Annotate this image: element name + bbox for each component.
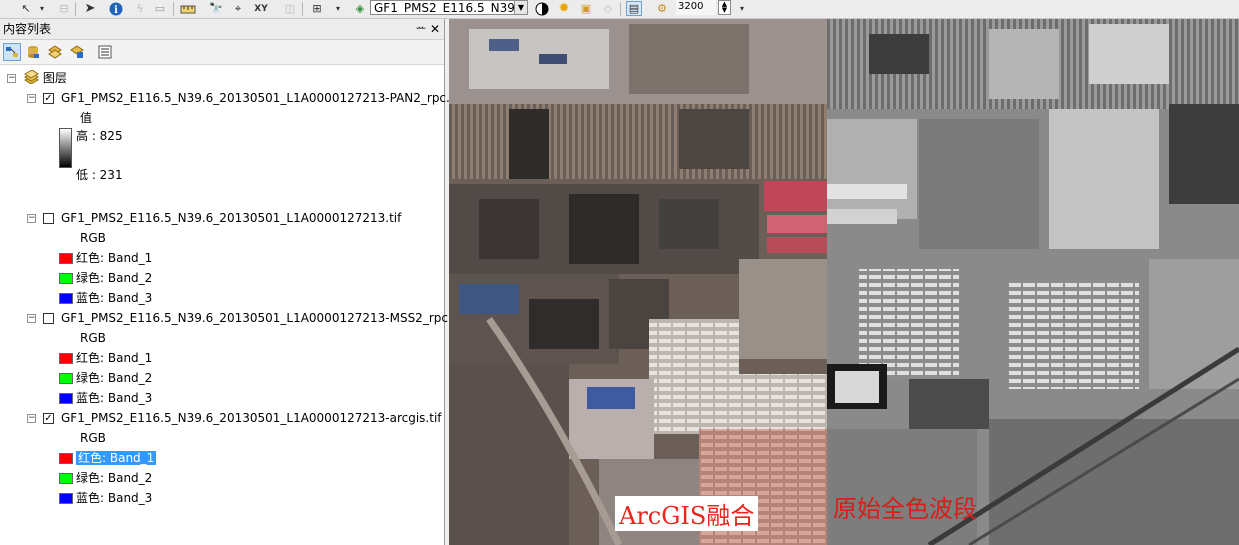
html-popup-icon[interactable]: ▭ <box>152 1 168 16</box>
red-band-swatch <box>59 253 73 264</box>
stretch-ramp <box>59 128 72 168</box>
legend-heading: RGB <box>80 431 106 445</box>
zoom-icon[interactable]: ⊞ <box>309 1 325 16</box>
dropdown-arrow-icon[interactable]: ▾ <box>734 1 750 16</box>
layer-name[interactable]: GF1_PMS2_E116.5_N39.6_20130501_L1A000012… <box>61 89 462 107</box>
xy-icon[interactable]: XY <box>253 1 269 16</box>
band-label: 蓝色: Band_3 <box>76 391 153 405</box>
band-label: 红色: Band_1 <box>76 351 153 365</box>
list-by-source-icon[interactable] <box>24 43 42 61</box>
full-extent-icon[interactable]: ⊟ <box>56 1 72 16</box>
satellite-imagery <box>449 19 1239 545</box>
toc-toolbar <box>0 40 444 65</box>
list-by-selection-icon[interactable] <box>68 43 86 61</box>
legend-high-label: 高 : 825 <box>76 129 123 143</box>
band-label: 绿色: Band_2 <box>76 371 153 385</box>
select-arrow-icon[interactable]: ➤ <box>82 1 98 16</box>
map-view[interactable]: ArcGIS融合 原始全色波段 <box>449 19 1239 545</box>
layers-root[interactable]: 图层 <box>23 69 67 87</box>
dropdown-arrow-icon[interactable]: ▾ <box>330 1 346 16</box>
band-label: 红色: Band_1 <box>76 251 153 265</box>
layer-dropdown-value: GF1_PMS2_E116.5_N39.6 <box>374 1 527 15</box>
layer-icon: ◈ <box>355 2 365 15</box>
layer-name[interactable]: GF1_PMS2_E116.5_N39.6_20130501_L1A000012… <box>61 309 468 327</box>
band-label: 绿色: Band_2 <box>76 471 153 485</box>
band-label: 红色: Band_1 <box>76 451 157 465</box>
blue-band-swatch <box>59 393 73 404</box>
collapse-layer-toggle[interactable]: − <box>27 94 36 103</box>
pan-tool-icon[interactable]: ↖ <box>18 1 34 16</box>
layers-icon <box>24 69 39 85</box>
svg-text:i: i <box>114 5 118 16</box>
main-toolbar: ↖ ▾ ⊟ ➤ i ϟ ▭ 🔭 ⌖ XY ◫ ⊞ ▾ ◈ GF1_PMS2_E1… <box>0 0 1239 19</box>
legend-heading: 值 <box>80 111 93 125</box>
contrast-icon[interactable] <box>534 1 550 16</box>
legend-low-label: 低 : 231 <box>76 168 123 182</box>
goto-xy-icon[interactable]: ⌖ <box>230 1 246 16</box>
collapse-layer-toggle[interactable]: − <box>27 314 36 323</box>
chevron-down-icon[interactable]: ▼ <box>514 1 527 14</box>
list-by-visibility-icon[interactable] <box>46 43 64 61</box>
find-icon[interactable]: 🔭 <box>208 1 224 16</box>
time-slider-icon[interactable]: ◫ <box>282 1 298 16</box>
list-by-drawing-order-icon[interactable] <box>3 43 21 61</box>
layers-root-label: 图层 <box>42 71 67 85</box>
effects-icon[interactable]: ▣ <box>578 1 594 16</box>
band-label: 蓝色: Band_3 <box>76 291 153 305</box>
layer-visibility-checkbox[interactable]: ✓ <box>43 413 54 424</box>
dropdown-arrow-icon[interactable]: ▾ <box>34 1 50 16</box>
red-band-swatch <box>59 453 73 464</box>
layer-visibility-checkbox[interactable] <box>43 213 54 224</box>
zoom-stepper[interactable]: ▲ ▼ <box>718 0 731 15</box>
options-icon[interactable] <box>96 43 114 61</box>
green-band-swatch <box>59 373 73 384</box>
brightness-icon[interactable]: ✹ <box>556 1 572 16</box>
collapse-layer-toggle[interactable]: − <box>27 414 36 423</box>
toc-title-bar: 内容列表 ᅭ ✕ <box>0 19 444 40</box>
layer-transparency-icon[interactable]: ⚙ <box>654 1 670 16</box>
layer-dropdown[interactable]: GF1_PMS2_E116.5_N39.6 ▼ <box>370 0 528 15</box>
swipe-icon[interactable]: ◇ <box>600 1 616 16</box>
pin-icon[interactable]: ᅭ <box>416 19 426 39</box>
collapse-layer-toggle[interactable]: − <box>27 214 36 223</box>
layer-visibility-checkbox[interactable] <box>43 313 54 324</box>
band-label: 蓝色: Band_3 <box>76 491 153 505</box>
layer-visibility-checkbox[interactable]: ✓ <box>43 93 54 104</box>
flicker-icon[interactable]: ▤ <box>626 1 642 16</box>
blue-band-swatch <box>59 293 73 304</box>
collapse-root-toggle[interactable]: − <box>7 74 16 83</box>
green-band-swatch <box>59 273 73 284</box>
toc-title: 内容列表 <box>3 22 52 36</box>
lightning-icon[interactable]: ϟ <box>132 1 148 16</box>
table-of-contents-panel: 内容列表 ᅭ ✕ − 图层 − ✓ GF1_PMS2_E116.5_N39.6_… <box>0 19 468 545</box>
layer-name[interactable]: GF1_PMS2_E116.5_N39.6_20130501_L1A000012… <box>61 209 401 227</box>
legend-heading: RGB <box>80 231 106 245</box>
arcgis-fusion-label: ArcGIS融合 <box>615 496 759 531</box>
green-band-swatch <box>59 473 73 484</box>
legend-heading: RGB <box>80 331 106 345</box>
measure-icon[interactable] <box>180 1 196 16</box>
blue-band-swatch <box>59 493 73 504</box>
red-band-swatch <box>59 353 73 364</box>
layer-name[interactable]: GF1_PMS2_E116.5_N39.6_20130501_L1A000012… <box>61 409 442 427</box>
panchromatic-label: 原始全色波段 <box>833 495 977 523</box>
close-icon[interactable]: ✕ <box>430 19 440 39</box>
band-label-selected[interactable]: 红色: Band_1 <box>76 449 157 467</box>
identify-icon[interactable]: i <box>108 1 124 16</box>
band-label: 绿色: Band_2 <box>76 271 153 285</box>
zoom-value-field[interactable]: 3200 <box>676 0 716 15</box>
